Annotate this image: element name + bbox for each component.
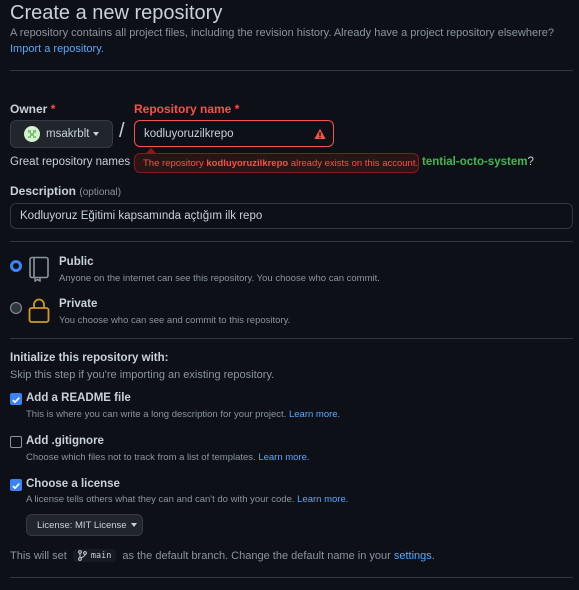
init-title: Initialize this repository with: (10, 352, 169, 364)
gitignore-title: Add .gitignore (26, 435, 104, 447)
gitignore-desc: Choose which files not to track from a l… (26, 452, 310, 463)
readme-checkbox[interactable] (10, 393, 22, 405)
repo-name-error-tooltip: The repository kodluyoruzilkrepo already… (134, 153, 419, 173)
suggestion-name-line: tential-octo-system? (422, 156, 534, 168)
private-radio[interactable] (10, 302, 22, 314)
divider (10, 241, 573, 242)
description-value: Kodluyoruz Eğitimi kapsamında açtığım il… (20, 210, 263, 222)
suggested-repo-name[interactable]: tential-octo-system (422, 156, 527, 168)
private-desc: You choose who can see and commit to thi… (59, 315, 291, 326)
divider (10, 70, 573, 71)
repo-name-value: kodluyoruzilkrepo (144, 127, 234, 140)
lock-icon (28, 298, 50, 323)
default-branch-note: This will set main as the default branch… (10, 549, 435, 562)
license-desc: A license tells others what they can and… (26, 494, 349, 505)
repo-name-input[interactable]: kodluyoruzilkrepo (134, 120, 334, 147)
import-repository-link[interactable]: Import a repository. (10, 43, 104, 55)
page-description: A repository contains all project files,… (10, 27, 554, 39)
readme-desc: This is where you can write a long descr… (26, 409, 341, 420)
chevron-down-icon (130, 523, 137, 527)
description-label: Description (optional) (10, 184, 122, 198)
page-title: Create a new repository (10, 2, 223, 24)
chevron-down-icon (93, 132, 100, 136)
license-select-button[interactable]: License: MIT License (26, 514, 143, 536)
repo-icon (29, 256, 49, 282)
init-subtitle: Skip this step if you're importing an ex… (10, 369, 275, 381)
divider (10, 338, 573, 339)
branch-badge: main (72, 549, 117, 562)
license-title: Choose a license (26, 478, 120, 490)
settings-link[interactable]: settings (394, 550, 432, 562)
git-branch-icon (77, 550, 87, 561)
readme-learn-more-link[interactable]: Learn more. (289, 409, 340, 420)
public-desc: Anyone on the internet can see this repo… (59, 273, 380, 284)
license-learn-more-link[interactable]: Learn more. (297, 494, 348, 505)
license-checkbox[interactable] (10, 479, 22, 491)
owner-select-button[interactable]: msakrblt (10, 120, 113, 148)
suggestion-prefix: Great repository names a (10, 156, 140, 168)
check-icon (12, 397, 20, 404)
alert-icon (314, 128, 326, 139)
tooltip-arrow (146, 148, 156, 153)
avatar (24, 126, 40, 142)
divider (10, 577, 573, 578)
gitignore-learn-more-link[interactable]: Learn more. (258, 452, 309, 463)
public-radio[interactable] (10, 260, 22, 272)
readme-title: Add a README file (26, 392, 131, 404)
owner-label: Owner * (10, 102, 56, 116)
owner-name: msakrblt (46, 128, 90, 140)
identicon-avatar (28, 130, 36, 138)
gitignore-checkbox[interactable] (10, 436, 22, 448)
private-title: Private (59, 298, 98, 310)
owner-repo-separator: / (119, 120, 125, 142)
description-input[interactable]: Kodluyoruz Eğitimi kapsamında açtığım il… (10, 203, 573, 229)
check-icon (12, 483, 20, 490)
public-title: Public (59, 256, 94, 268)
repo-name-label: Repository name * (134, 102, 240, 116)
